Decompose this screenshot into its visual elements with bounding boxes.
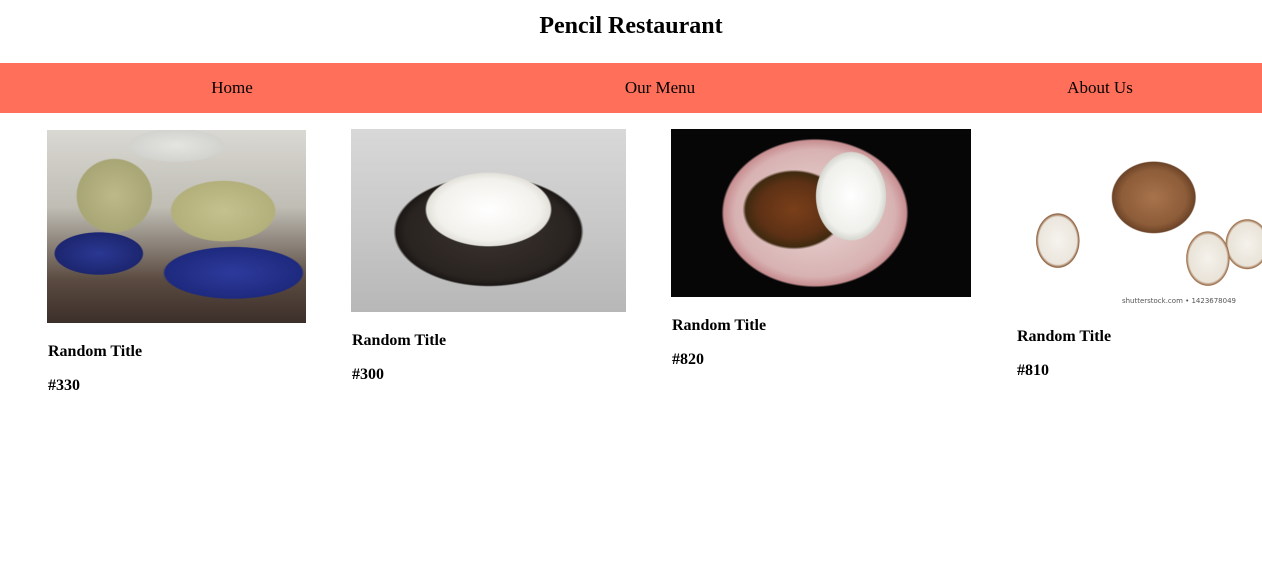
menu-item-price: #300 [352,366,384,383]
menu-item-price: #330 [48,377,80,394]
soup-and-swallow-image [671,129,971,297]
yam-image: shutterstock.com • 1423678049 [1016,129,1262,309]
menu-item-title: Random Title [352,332,447,349]
menu-item-title: Random Title [1017,328,1112,345]
menu-card: Random Title #300 [351,129,626,383]
site-title: Pencil Restaurant [539,13,723,39]
navbar: Home Our Menu About Us [0,63,1262,113]
menu-item-title: Random Title [672,317,767,334]
menu-card: Random Title #330 [47,130,306,394]
menu-item-price: #810 [1017,362,1049,379]
nav-menu-link[interactable]: Our Menu [625,63,695,113]
menu-item-price: #820 [672,351,704,368]
menu-item-title: Random Title [48,343,143,360]
image-watermark: shutterstock.com • 1423678049 [1121,297,1236,305]
garri-image [47,130,306,323]
nav-home-link[interactable]: Home [211,63,253,113]
white-rice-image [351,129,626,312]
nav-about-link[interactable]: About Us [1067,63,1133,113]
menu-card: Random Title #820 [671,129,971,368]
menu-card: shutterstock.com • 1423678049 Random Tit… [1016,129,1262,379]
